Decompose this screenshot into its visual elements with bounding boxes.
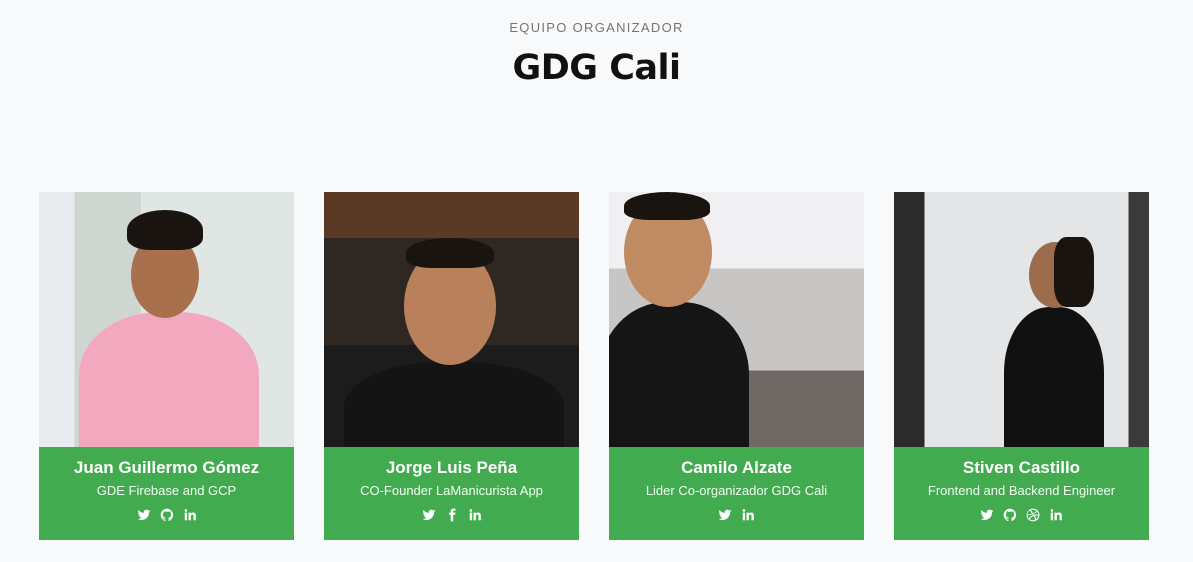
member-card: Camilo Alzate Lider Co-organizador GDG C… [609,192,864,540]
member-role: Lider Co-organizador GDG Cali [645,483,828,498]
social-links [39,507,294,522]
linkedin-icon[interactable] [182,507,197,522]
member-name: Stiven Castillo [962,458,1081,477]
section-eyebrow: EQUIPO ORGANIZADOR [509,20,684,35]
linkedin-icon[interactable] [741,507,756,522]
team-section: EQUIPO ORGANIZADOR GDG Cali Juan Guiller… [0,0,1193,562]
facebook-icon[interactable] [444,507,459,522]
member-role: GDE Firebase and GCP [96,483,237,498]
member-card: Jorge Luis Peña CO-Founder LaManicurista… [324,192,579,540]
twitter-icon[interactable] [421,507,436,522]
member-card: Stiven Castillo Frontend and Backend Eng… [894,192,1149,540]
member-info: Jorge Luis Peña CO-Founder LaManicurista… [324,447,579,540]
social-links [324,507,579,522]
social-links [609,507,864,522]
dribbble-icon[interactable] [1026,507,1041,522]
linkedin-icon[interactable] [467,507,482,522]
social-links [894,507,1149,522]
twitter-icon[interactable] [136,507,151,522]
twitter-icon[interactable] [980,507,995,522]
member-photo [609,192,864,447]
member-name: Jorge Luis Peña [385,458,518,477]
github-icon[interactable] [1003,507,1018,522]
member-name: Juan Guillermo Gómez [73,458,260,477]
member-photo [894,192,1149,447]
member-photo [39,192,294,447]
section-title: GDG Cali [512,48,682,88]
member-info: Camilo Alzate Lider Co-organizador GDG C… [609,447,864,540]
member-info: Stiven Castillo Frontend and Backend Eng… [894,447,1149,540]
linkedin-icon[interactable] [1049,507,1064,522]
github-icon[interactable] [159,507,174,522]
member-photo [324,192,579,447]
twitter-icon[interactable] [718,507,733,522]
member-role: Frontend and Backend Engineer [927,483,1116,498]
member-name: Camilo Alzate [681,458,792,477]
member-card: Juan Guillermo Gómez GDE Firebase and GC… [39,192,294,540]
member-role: CO-Founder LaManicurista App [360,483,543,498]
member-info: Juan Guillermo Gómez GDE Firebase and GC… [39,447,294,540]
